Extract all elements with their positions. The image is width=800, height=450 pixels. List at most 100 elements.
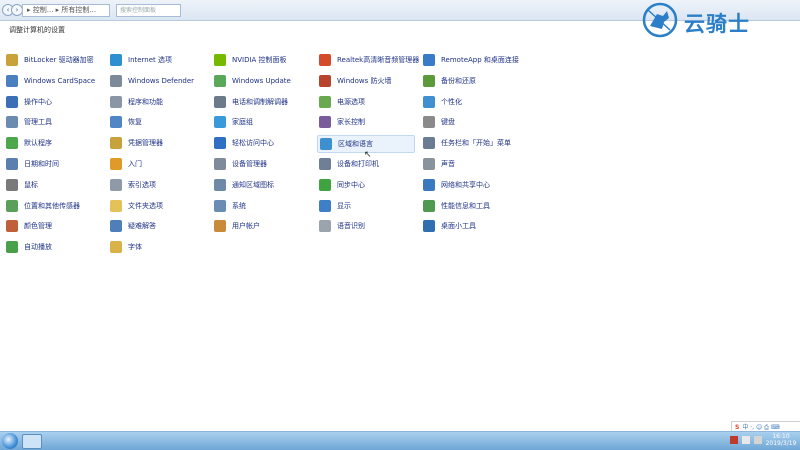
control-panel-item-label: 位置和其他传感器	[24, 202, 80, 210]
control-panel-item[interactable]: 恢复	[110, 114, 142, 130]
folder-options-icon	[110, 200, 122, 212]
display-icon	[319, 200, 331, 212]
control-panel-item[interactable]: Windows CardSpace	[6, 73, 95, 89]
control-panel-item[interactable]: 设备管理器	[214, 156, 267, 172]
control-panel-item-label: RemoteApp 和桌面连接	[441, 56, 519, 64]
control-panel-item[interactable]: 凭据管理器	[110, 135, 163, 151]
control-panel-item[interactable]: 家长控制	[319, 114, 365, 130]
mouse-icon	[6, 179, 18, 191]
control-panel-item[interactable]: 显示	[319, 198, 351, 214]
remoteapp-icon	[423, 54, 435, 66]
action-center-icon	[6, 96, 18, 108]
control-panel-item[interactable]: 任务栏和「开始」菜单	[423, 135, 511, 151]
control-panel-item[interactable]: 入门	[110, 156, 142, 172]
control-panel-item[interactable]: 管理工具	[6, 114, 52, 130]
control-panel-item-label: Windows CardSpace	[24, 77, 96, 85]
control-panel-item-label: 个性化	[441, 98, 462, 106]
sync-center-icon	[319, 179, 331, 191]
control-panel-item[interactable]: 桌面小工具	[423, 218, 476, 234]
control-panel-item-label: Windows 防火墙	[337, 77, 392, 85]
control-panel-item-label: 程序和功能	[128, 98, 163, 106]
flag-icon[interactable]	[754, 436, 762, 444]
control-panel-item[interactable]: 语音识别	[319, 218, 365, 234]
control-panel-item-label: 电话和调制解调器	[232, 98, 288, 106]
control-panel-item-label: 颜色管理	[24, 222, 52, 230]
control-panel-item[interactable]: 字体	[110, 239, 142, 255]
clock[interactable]: 16:10 2019/3/19	[764, 433, 798, 447]
speech-recognition-icon	[319, 220, 331, 232]
search-input[interactable]: 搜索控制面板	[116, 4, 181, 17]
control-panel-item[interactable]: 家庭组	[214, 114, 253, 130]
control-panel-item-label: 显示	[337, 202, 351, 210]
brand-logo-text: 云骑士	[684, 12, 750, 36]
notification-icons-icon	[214, 179, 226, 191]
control-panel-item[interactable]: 操作中心	[6, 94, 52, 110]
control-panel-item[interactable]: 鼠标	[6, 177, 38, 193]
control-panel-item-label: Internet 选项	[128, 56, 173, 64]
network-icon[interactable]	[730, 436, 738, 444]
control-panel-item-label: 默认程序	[24, 139, 52, 147]
control-panel-item[interactable]: 系统	[214, 198, 246, 214]
taskbar-icon	[423, 137, 435, 149]
user-accounts-icon	[214, 220, 226, 232]
control-panel-item-label: 管理工具	[24, 118, 52, 126]
control-panel-item-label: 入门	[128, 160, 142, 168]
control-panel-item[interactable]: 性能信息和工具	[423, 198, 490, 214]
fonts-icon	[110, 241, 122, 253]
performance-icon	[423, 200, 435, 212]
control-panel-item[interactable]: 网络和共享中心	[423, 177, 490, 193]
control-panel-item[interactable]: Windows Update	[214, 73, 291, 89]
control-panel-item-label: 键盘	[441, 118, 455, 126]
network-sharing-icon	[423, 179, 435, 191]
control-panel-item[interactable]: 电话和调制解调器	[214, 94, 288, 110]
control-panel-item[interactable]: 同步中心	[319, 177, 365, 193]
control-panel-item[interactable]: 默认程序	[6, 135, 52, 151]
control-panel-item[interactable]: NVIDIA 控制面板	[214, 52, 287, 68]
control-panel-item[interactable]: Internet 选项	[110, 52, 172, 68]
realtek-audio-icon	[319, 54, 331, 66]
control-panel-item[interactable]: 轻松访问中心	[214, 135, 274, 151]
control-panel-item-label: 性能信息和工具	[441, 202, 490, 210]
getting-started-icon	[110, 158, 122, 170]
control-panel-item[interactable]: 通知区域图标	[214, 177, 274, 193]
clock-time: 16:10	[772, 433, 790, 440]
phone-modem-icon	[214, 96, 226, 108]
control-panel-item[interactable]: 疑难解答	[110, 218, 156, 234]
troubleshooting-icon	[110, 220, 122, 232]
region-language-icon	[320, 138, 332, 150]
control-panel-item[interactable]: 备份和还原	[423, 73, 476, 89]
start-button[interactable]	[2, 433, 18, 449]
personalization-icon	[423, 96, 435, 108]
control-panel-item-label: 通知区域图标	[232, 181, 274, 189]
volume-icon[interactable]	[742, 436, 750, 444]
control-panel-item-label: 轻松访问中心	[232, 139, 274, 147]
control-panel-item[interactable]: 索引选项	[110, 177, 156, 193]
control-panel-item[interactable]: 键盘	[423, 114, 455, 130]
control-panel-item[interactable]: 声音	[423, 156, 455, 172]
ime-logo-icon: S	[735, 423, 740, 431]
control-panel-item-label: 索引选项	[128, 181, 156, 189]
control-panel-item[interactable]: 颜色管理	[6, 218, 52, 234]
control-panel-item-label: 桌面小工具	[441, 222, 476, 230]
control-panel-item[interactable]: 文件夹选项	[110, 198, 163, 214]
control-panel-item[interactable]: 日期和时间	[6, 156, 59, 172]
control-panel-item[interactable]: BitLocker 驱动器加密	[6, 52, 94, 68]
control-panel-item[interactable]: 用户帐户	[214, 218, 260, 234]
control-panel-item[interactable]: 自动播放	[6, 239, 52, 255]
control-panel-item[interactable]: RemoteApp 和桌面连接	[423, 52, 519, 68]
control-panel-item[interactable]: 程序和功能	[110, 94, 163, 110]
control-panel-item[interactable]: 电源选项	[319, 94, 365, 110]
control-panel-item[interactable]: 个性化	[423, 94, 462, 110]
control-panel-item[interactable]: Windows Defender	[110, 73, 194, 89]
control-panel-item[interactable]: Windows 防火墙	[319, 73, 391, 89]
control-panel-item[interactable]: 位置和其他传感器	[6, 198, 80, 214]
admin-tools-icon	[6, 116, 18, 128]
control-panel-item[interactable]: Realtek高清晰音频管理器	[319, 52, 419, 68]
taskbar-explorer-app[interactable]	[22, 434, 42, 449]
devices-printers-icon	[319, 158, 331, 170]
backup-icon	[423, 75, 435, 87]
control-panel-item-label: 网络和共享中心	[441, 181, 490, 189]
control-panel-item-label: 文件夹选项	[128, 202, 163, 210]
breadcrumb[interactable]: ▸ 控制... ▸ 所有控制...	[22, 4, 110, 17]
homegroup-icon	[214, 116, 226, 128]
